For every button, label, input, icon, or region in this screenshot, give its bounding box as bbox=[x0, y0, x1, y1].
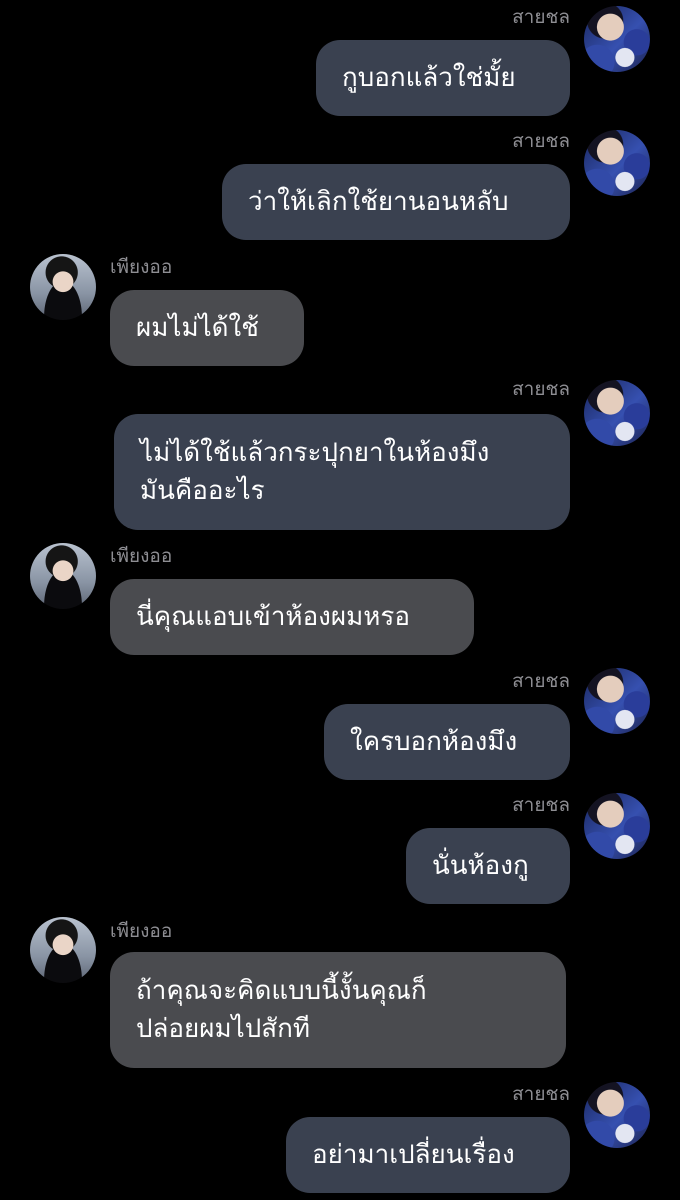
message-row: สายชล ไม่ได้ใช้แล้วกระปุกยาในห้องมึง มัน… bbox=[110, 378, 570, 532]
message-bubble[interactable]: ผมไม่ได้ใช้ bbox=[110, 290, 304, 366]
message-text: ปล่อยผมไปสักที bbox=[136, 1014, 310, 1044]
message-bubble[interactable]: นี่คุณแอบเข้าห้องผมหรอ bbox=[110, 579, 474, 655]
message-text: ผมไม่ได้ใช้ bbox=[136, 313, 259, 343]
sender-name: สายชล bbox=[512, 130, 570, 152]
message-row: เพียงออ ผมไม่ได้ใช้ bbox=[110, 256, 410, 366]
message-bubble[interactable]: ใครบอกห้องมึง bbox=[324, 704, 570, 780]
avatar[interactable] bbox=[584, 793, 650, 859]
message-text: นั่นห้องกู bbox=[432, 851, 529, 881]
message-row: สายชล อย่ามาเปลี่ยนเรื่อง bbox=[270, 1083, 570, 1193]
avatar[interactable] bbox=[584, 130, 650, 196]
avatar[interactable] bbox=[30, 543, 96, 609]
message-text: มันคืออะไร bbox=[140, 476, 265, 506]
avatar[interactable] bbox=[584, 1082, 650, 1148]
sender-name: สายชล bbox=[512, 6, 570, 28]
sender-name: เพียงออ bbox=[110, 920, 173, 942]
message-bubble[interactable]: อย่ามาเปลี่ยนเรื่อง bbox=[286, 1117, 570, 1193]
message-bubble[interactable]: ไม่ได้ใช้แล้วกระปุกยาในห้องมึง มันคืออะไ… bbox=[114, 414, 570, 530]
avatar[interactable] bbox=[584, 668, 650, 734]
sender-name: สายชล bbox=[512, 670, 570, 692]
message-text: นี่คุณแอบเข้าห้องผมหรอ bbox=[136, 602, 410, 632]
avatar[interactable] bbox=[30, 917, 96, 983]
message-bubble[interactable]: ถ้าคุณจะคิดแบบนี้งั้นคุณก็ ปล่อยผมไปสักท… bbox=[110, 952, 566, 1068]
message-bubble[interactable]: กูบอกแล้วใช่มั้ย bbox=[316, 40, 570, 116]
message-text: ว่าให้เลิกใช้ยานอนหลับ bbox=[248, 187, 509, 217]
message-row: เพียงออ นี่คุณแอบเข้าห้องผมหรอ bbox=[110, 545, 490, 655]
sender-name: เพียงออ bbox=[110, 545, 173, 567]
avatar[interactable] bbox=[584, 6, 650, 72]
message-text: ถ้าคุณจะคิดแบบนี้งั้นคุณก็ bbox=[136, 976, 427, 1006]
message-bubble[interactable]: นั่นห้องกู bbox=[406, 828, 570, 904]
avatar[interactable] bbox=[30, 254, 96, 320]
sender-name: สายชล bbox=[512, 378, 570, 400]
message-row: สายชล นั่นห้องกู bbox=[270, 794, 570, 904]
message-text: อย่ามาเปลี่ยนเรื่อง bbox=[312, 1140, 515, 1170]
message-row: สายชล ว่าให้เลิกใช้ยานอนหลับ bbox=[170, 130, 570, 242]
sender-name: สายชล bbox=[512, 1083, 570, 1105]
message-row: สายชล กูบอกแล้วใช่มั้ย bbox=[270, 6, 570, 116]
message-row: เพียงออ ถ้าคุณจะคิดแบบนี้งั้นคุณก็ ปล่อย… bbox=[110, 920, 570, 1070]
message-row: สายชล ใครบอกห้องมึง bbox=[270, 670, 570, 780]
sender-name: เพียงออ bbox=[110, 256, 173, 278]
sender-name: สายชล bbox=[512, 794, 570, 816]
message-text: กูบอกแล้วใช่มั้ย bbox=[342, 63, 516, 93]
message-text: ไม่ได้ใช้แล้วกระปุกยาในห้องมึง bbox=[140, 438, 490, 468]
avatar[interactable] bbox=[584, 380, 650, 446]
message-bubble[interactable]: ว่าให้เลิกใช้ยานอนหลับ bbox=[222, 164, 570, 240]
message-text: ใครบอกห้องมึง bbox=[350, 727, 518, 757]
